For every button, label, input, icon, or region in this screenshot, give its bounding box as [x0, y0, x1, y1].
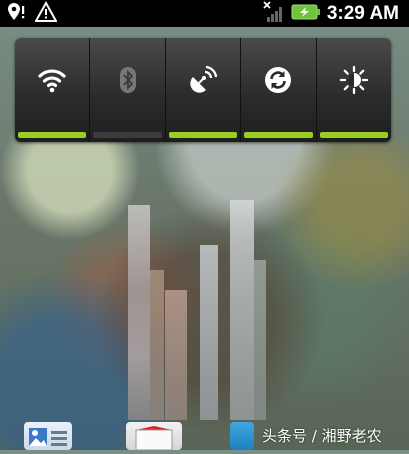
gps-icon	[188, 65, 218, 99]
no-signal-icon	[263, 0, 285, 27]
sync-icon	[263, 65, 293, 99]
location-alert-icon	[5, 1, 27, 27]
quick-settings-panel	[15, 38, 391, 142]
wifi-toggle[interactable]	[15, 38, 91, 142]
bluetooth-state-bar	[93, 132, 162, 138]
mail-icon[interactable]	[126, 422, 182, 451]
battery-charging-icon	[291, 3, 321, 25]
status-bar: 3:29 AM	[0, 0, 409, 27]
brightness-toggle[interactable]	[317, 38, 391, 142]
gallery-icon[interactable]	[24, 422, 72, 450]
gps-toggle[interactable]	[166, 38, 242, 142]
gps-state-bar	[168, 132, 238, 138]
sync-state-bar	[244, 132, 313, 138]
status-clock: 3:29 AM	[326, 2, 399, 24]
wifi-state-bar	[18, 132, 87, 138]
warning-icon	[34, 0, 58, 27]
bluetooth-toggle[interactable]	[90, 38, 166, 142]
sync-toggle[interactable]	[241, 38, 317, 142]
watermark-text: 头条号 / 湘野老农	[262, 427, 382, 445]
bluetooth-icon	[115, 65, 141, 99]
brightness-icon	[339, 65, 369, 99]
brightness-state-bar	[319, 132, 389, 138]
phone-icon[interactable]	[230, 422, 254, 450]
wifi-icon	[37, 65, 67, 99]
